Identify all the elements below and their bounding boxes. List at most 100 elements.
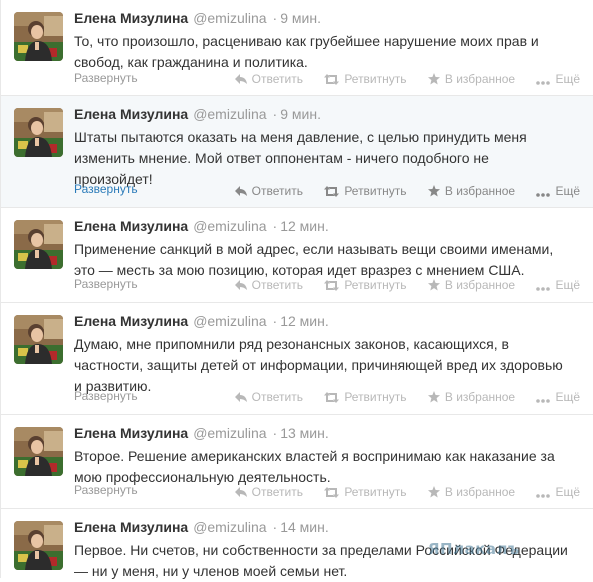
tweet-timestamp[interactable]: 9 мин.	[280, 106, 321, 122]
author-name[interactable]: Елена Мизулина	[74, 425, 188, 441]
author-name[interactable]: Елена Мизулина	[74, 10, 188, 26]
author-handle[interactable]: @emizulina	[193, 519, 266, 535]
expand-link[interactable]: Развернуть	[74, 71, 138, 85]
avatar[interactable]	[14, 521, 63, 570]
star-icon	[427, 279, 440, 291]
reply-label: Ответить	[251, 485, 303, 499]
reply-button[interactable]: Ответить	[234, 278, 303, 292]
tweet-actions: Ответить Ретвитнуть В избранное Ещё	[217, 184, 580, 198]
separator-dot: ·	[272, 519, 278, 535]
more-dots-icon	[536, 399, 551, 403]
retweet-label: Ретвитнуть	[344, 485, 407, 499]
author-name[interactable]: Елена Мизулина	[74, 519, 188, 535]
separator-dot: ·	[272, 425, 278, 441]
favorite-button[interactable]: В избранное	[427, 184, 515, 198]
author-handle[interactable]: @emizulina	[193, 313, 266, 329]
favorite-button[interactable]: В избранное	[427, 278, 516, 292]
author-name[interactable]: Елена Мизулина	[74, 218, 188, 234]
star-icon	[427, 486, 440, 498]
separator-dot: ·	[272, 313, 278, 329]
favorite-label: В избранное	[444, 278, 516, 292]
author-handle[interactable]: @emizulina	[193, 10, 266, 26]
tweet-timestamp[interactable]: 9 мин.	[280, 10, 321, 26]
avatar-photo	[14, 427, 63, 476]
reply-icon	[234, 280, 247, 290]
separator-dot: ·	[272, 106, 278, 122]
tweet-actions: Ответить Ретвитнуть В избранное Ещё	[217, 278, 580, 292]
retweet-button[interactable]: Ретвитнуть	[324, 72, 407, 86]
reply-button[interactable]: Ответить	[234, 390, 303, 404]
retweet-label: Ретвитнуть	[344, 278, 407, 292]
tweet[interactable]: Елена Мизулина @emizulina · 13 мин. Второе.…	[1, 415, 593, 509]
favorite-button[interactable]: В избранное	[427, 485, 516, 499]
author-handle[interactable]: @emizulina	[193, 425, 266, 441]
author-handle[interactable]: @emizulina	[193, 218, 266, 234]
tweet[interactable]: Елена Мизулина @emizulina · 12 мин. Примене…	[1, 208, 593, 303]
tweet[interactable]: Елена Мизулина @emizulina · 9 мин. Штаты пы…	[1, 96, 593, 208]
retweet-icon	[324, 186, 340, 197]
tweet[interactable]: Елена Мизулина @emizulina · 9 мин. То, что …	[1, 0, 593, 96]
retweet-icon	[324, 74, 340, 85]
reply-icon	[234, 392, 247, 402]
favorite-label: В избранное	[444, 390, 516, 404]
more-button[interactable]: Ещё	[536, 72, 580, 86]
avatar-photo	[14, 315, 63, 364]
avatar[interactable]	[14, 12, 63, 61]
favorite-label: В избранное	[444, 72, 516, 86]
tweet-header: Елена Мизулина @emizulina · 12 мин.	[74, 218, 329, 234]
more-label: Ещё	[555, 485, 580, 499]
tweet-timestamp[interactable]: 14 мин.	[280, 519, 329, 535]
separator-dot: ·	[272, 10, 278, 26]
star-icon	[427, 391, 440, 403]
favorite-label: В избранное	[444, 485, 516, 499]
retweet-button[interactable]: Ретвитнуть	[324, 485, 407, 499]
tweet-actions: Ответить Ретвитнуть В избранное Ещё	[217, 485, 580, 499]
reply-button[interactable]: Ответить	[234, 485, 303, 499]
reply-label: Ответить	[251, 184, 303, 198]
more-button[interactable]: Ещё	[536, 485, 580, 499]
favorite-button[interactable]: В избранное	[427, 72, 516, 86]
author-name[interactable]: Елена Мизулина	[74, 106, 188, 122]
expand-link[interactable]: Развернуть	[74, 277, 138, 291]
tweet-timeline: Елена Мизулина @emizulina · 9 мин. То, что …	[0, 0, 593, 579]
tweet-timestamp[interactable]: 12 мин.	[280, 313, 329, 329]
avatar[interactable]	[14, 108, 63, 157]
star-icon	[427, 73, 440, 85]
tweet-header: Елена Мизулина @emizulina · 12 мин.	[74, 313, 329, 329]
tweet-text: Думаю, мне припомнили ряд резонансных за…	[74, 336, 563, 394]
site-watermark: ЯПлакалъ	[428, 540, 520, 558]
more-button[interactable]: Ещё	[536, 278, 580, 292]
tweet-timestamp[interactable]: 12 мин.	[280, 218, 329, 234]
expand-link[interactable]: Развернуть	[74, 182, 138, 196]
more-dots-icon	[536, 81, 551, 85]
reply-button[interactable]: Ответить	[234, 72, 303, 86]
tweet-text: Второе. Решение американских властей я в…	[74, 448, 555, 485]
more-button[interactable]: Ещё	[536, 184, 580, 198]
more-button[interactable]: Ещё	[536, 390, 580, 404]
tweet[interactable]: Елена Мизулина @emizulina · 12 мин. Думаю, …	[1, 303, 593, 415]
avatar[interactable]	[14, 315, 63, 364]
avatar-photo	[14, 220, 63, 269]
more-label: Ещё	[555, 72, 580, 86]
expand-link[interactable]: Развернуть	[74, 483, 138, 497]
tweet-actions: Ответить Ретвитнуть В избранное Ещё	[217, 72, 580, 86]
more-label: Ещё	[555, 390, 580, 404]
retweet-button[interactable]: Ретвитнуть	[324, 184, 407, 198]
reply-button[interactable]: Ответить	[234, 184, 303, 198]
more-label: Ещё	[555, 278, 580, 292]
avatar[interactable]	[14, 220, 63, 269]
favorite-button[interactable]: В избранное	[427, 390, 516, 404]
reply-icon	[234, 74, 247, 84]
retweet-button[interactable]: Ретвитнуть	[324, 278, 407, 292]
tweet-timestamp[interactable]: 13 мин.	[280, 425, 329, 441]
retweet-label: Ретвитнуть	[344, 184, 407, 198]
avatar[interactable]	[14, 427, 63, 476]
tweet-header: Елена Мизулина @emizulina · 9 мин.	[74, 10, 321, 26]
reply-label: Ответить	[251, 390, 303, 404]
author-handle[interactable]: @emizulina	[193, 106, 266, 122]
tweet-header: Елена Мизулина @emizulina · 14 мин.	[74, 519, 329, 535]
retweet-label: Ретвитнуть	[344, 72, 407, 86]
retweet-button[interactable]: Ретвитнуть	[324, 390, 407, 404]
expand-link[interactable]: Развернуть	[74, 389, 138, 403]
author-name[interactable]: Елена Мизулина	[74, 313, 188, 329]
